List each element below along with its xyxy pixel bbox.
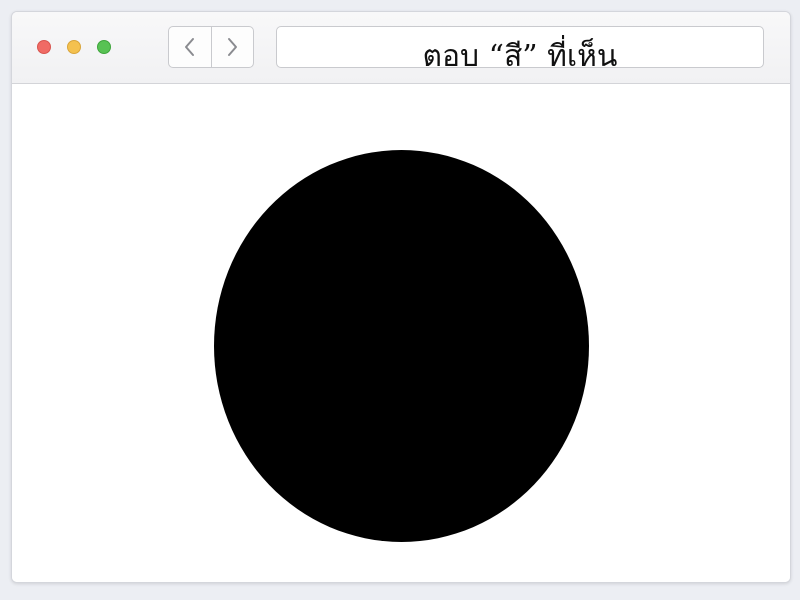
forward-button[interactable]: [210, 27, 254, 67]
maximize-window-button[interactable]: [97, 40, 111, 54]
chevron-right-icon: [228, 38, 238, 56]
navigation-buttons: [168, 26, 254, 68]
browser-window: ตอบ “สี” ที่เห็น: [11, 11, 791, 583]
black-circle: [214, 150, 589, 542]
minimize-window-button[interactable]: [67, 40, 81, 54]
close-window-button[interactable]: [37, 40, 51, 54]
page-content: [12, 84, 790, 582]
address-bar[interactable]: ตอบ “สี” ที่เห็น: [276, 26, 764, 74]
back-button[interactable]: [169, 27, 211, 67]
address-bar-text: ตอบ “สี” ที่เห็น: [422, 39, 618, 74]
browser-toolbar: ตอบ “สี” ที่เห็น: [12, 12, 790, 84]
chevron-left-icon: [184, 38, 194, 56]
